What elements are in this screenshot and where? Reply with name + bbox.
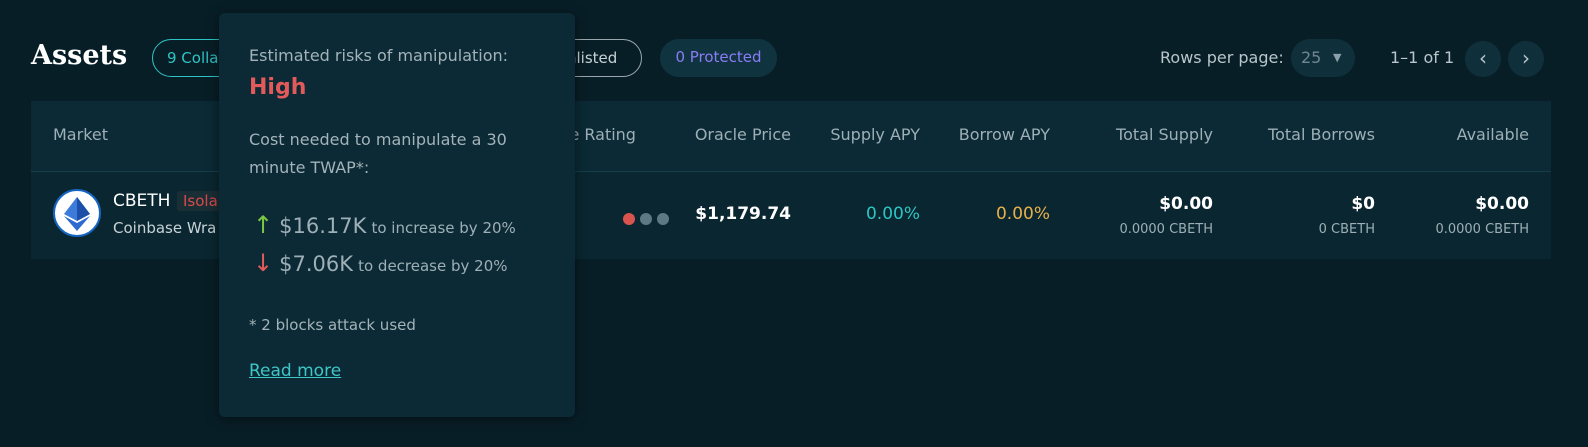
caret-down-icon: ▼ — [1333, 51, 1342, 64]
page-title: Assets — [31, 40, 128, 71]
arrow-down-icon: ↓ — [253, 249, 274, 277]
total-supply-value: $0.00 — [1159, 194, 1213, 214]
total-supply-sub: 0.0000 CBETH — [1119, 222, 1213, 237]
decrease-line: ↓ $7.06K to decrease by 20% — [253, 249, 508, 277]
asset-name: Coinbase Wra — [113, 219, 217, 237]
tooltip-footnote: * 2 blocks attack used — [249, 316, 416, 334]
chevron-left-icon: ‹ — [1479, 46, 1487, 70]
asset-symbol: CBETH — [113, 191, 171, 211]
oracle-price-value: $1,179.74 — [695, 204, 791, 224]
column-oracle-rating[interactable]: le Rating — [565, 125, 636, 144]
increase-text: to increase by 20% — [371, 219, 516, 237]
rating-dot — [640, 213, 652, 225]
filter-protected-chip[interactable]: 0 Protected — [660, 39, 777, 77]
manipulation-risk-tooltip: Estimated risks of manipulation: High Co… — [219, 13, 575, 417]
arrow-up-icon: ↑ — [253, 211, 274, 239]
cost-description: Cost needed to manipulate a 30 minute TW… — [249, 130, 507, 177]
increase-amount: $16.17K — [279, 214, 367, 238]
supply-apy-value: 0.00% — [865, 204, 920, 224]
available-sub: 0.0000 CBETH — [1435, 222, 1529, 237]
next-page-button[interactable]: › — [1508, 41, 1544, 77]
oracle-rating-dots[interactable] — [623, 210, 674, 229]
tooltip-heading: Estimated risks of manipulation: — [249, 46, 509, 65]
column-oracle-price[interactable]: Oracle Price — [695, 125, 791, 144]
increase-line: ↑ $16.17K to increase by 20% — [253, 211, 516, 239]
total-borrows-value: $0 — [1351, 194, 1375, 214]
rows-per-page-label: Rows per page: — [1160, 48, 1284, 67]
pagination-range: 1–1 of 1 — [1390, 48, 1455, 67]
column-market[interactable]: Market — [53, 125, 108, 144]
decrease-text: to decrease by 20% — [358, 257, 508, 275]
total-borrows-sub: 0 CBETH — [1318, 222, 1375, 237]
read-more-link[interactable]: Read more — [249, 361, 341, 381]
decrease-amount: $7.06K — [279, 252, 353, 276]
column-available[interactable]: Available — [1457, 125, 1529, 144]
column-borrow-apy[interactable]: Borrow APY — [959, 125, 1050, 144]
rating-dot — [657, 213, 669, 225]
rows-per-page-select[interactable]: 25 ▼ — [1291, 39, 1355, 77]
isolated-badge: Isola — [177, 191, 224, 211]
column-supply-apy[interactable]: Supply APY — [830, 125, 920, 144]
chevron-right-icon: › — [1522, 46, 1530, 70]
ethereum-icon — [53, 189, 101, 237]
rows-per-page-value: 25 — [1301, 48, 1322, 67]
rating-dot — [623, 213, 635, 225]
column-total-supply[interactable]: Total Supply — [1116, 125, 1213, 144]
risk-level: High — [249, 75, 307, 100]
prev-page-button[interactable]: ‹ — [1465, 41, 1501, 77]
borrow-apy-value: 0.00% — [995, 204, 1050, 224]
available-value: $0.00 — [1475, 194, 1529, 214]
column-total-borrows[interactable]: Total Borrows — [1268, 125, 1375, 144]
